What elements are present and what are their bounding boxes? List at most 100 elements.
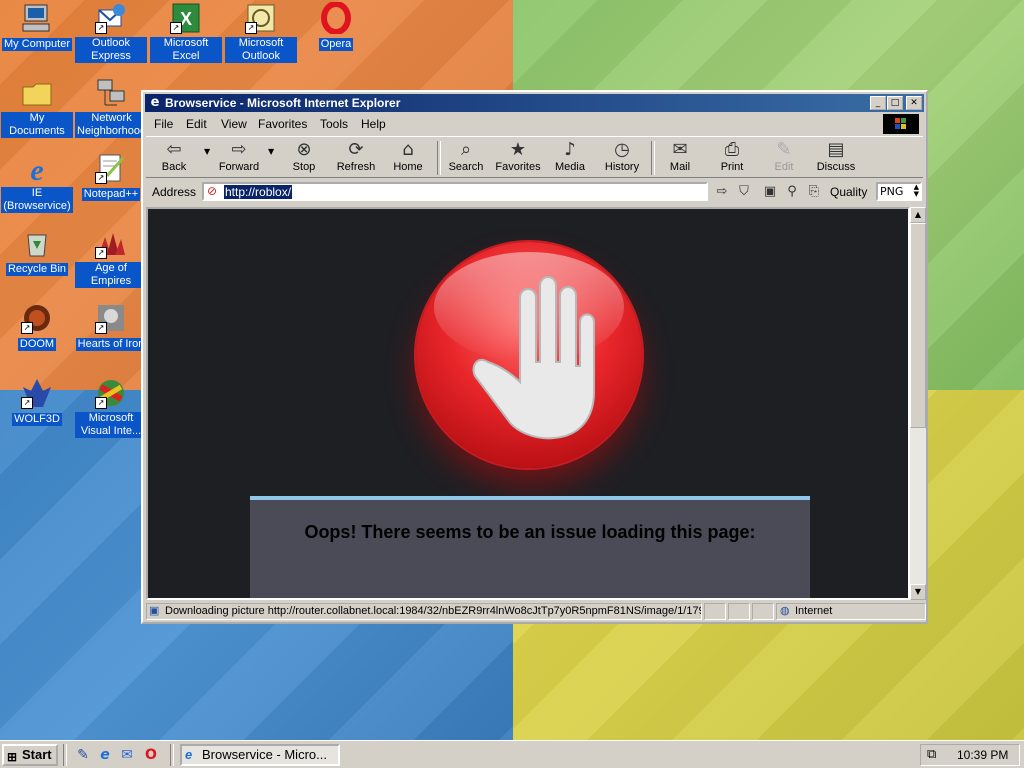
desktop-icon-label: Age of Empires (75, 262, 147, 288)
home-icon: ⌂ (402, 139, 414, 160)
menu-help[interactable]: Help (361, 117, 386, 131)
title-bar[interactable]: e Browservice - Microsoft Internet Explo… (145, 94, 924, 112)
favorites-button[interactable]: ★ Favorites (490, 139, 546, 173)
scroll-thumb[interactable] (910, 223, 926, 428)
hearts-of-iron-icon: ↗ (95, 302, 127, 334)
recycle-bin-icon (21, 227, 53, 259)
shortcut-arrow-icon: ↗ (21, 322, 33, 334)
page-content[interactable]: Oops! There seems to be an issue loading… (146, 207, 910, 600)
spinner-icon[interactable]: ▲ ▼ (914, 184, 919, 198)
quality-select[interactable]: PNG ▲ ▼ (876, 182, 922, 201)
page-icon: ⊘ (207, 184, 218, 198)
address-url[interactable]: http://roblox/ (224, 185, 293, 199)
desktop-icon-label: Outlook Express (75, 37, 147, 63)
home-button[interactable]: ⌂ Home (380, 139, 436, 173)
svg-text:e: e (30, 154, 43, 184)
desktop-icon-my-computer[interactable]: My Computer (1, 2, 73, 51)
clipboard-icon[interactable]: ⎘ (806, 184, 822, 200)
visual-interdev-icon: ↗ (95, 377, 127, 409)
outlook-icon: ↗ (245, 2, 277, 34)
outlook-quicklaunch-icon[interactable]: ✉ (118, 746, 136, 764)
desktop-icon-recycle-bin[interactable]: Recycle Bin (1, 227, 73, 276)
start-button[interactable]: ⊞ Start (2, 744, 58, 766)
discuss-label: Discuss (816, 161, 856, 173)
status-panel (752, 603, 774, 620)
media-button[interactable]: ♪ Media (542, 139, 598, 173)
desktop-icon-visual-interdev[interactable]: ↗ Microsoft Visual Inte... (75, 377, 147, 438)
refresh-icon: ⟳ (348, 139, 364, 160)
desktop-icon-opera[interactable]: Opera (300, 1, 372, 51)
go-arrow-icon[interactable]: ⇨ (714, 184, 730, 200)
task-label: Browservice - Micro... (202, 747, 327, 762)
minimize-button[interactable]: _ (870, 96, 886, 110)
desktop-icon-wolf3d[interactable]: ↗ WOLF3D (1, 377, 73, 426)
discuss-icon: ▤ (827, 139, 845, 160)
opera-icon (320, 1, 352, 35)
desktop-icon-age-of-empires[interactable]: ↗ Age of Empires (75, 227, 147, 288)
menu-edit[interactable]: Edit (186, 117, 207, 131)
discuss-button[interactable]: ▤ Discuss (808, 139, 864, 173)
back-dropdown-icon[interactable]: ▼ (204, 147, 210, 156)
taskbar: ⊞ Start ✎ e ✉ O e Browservice - Micro...… (0, 740, 1024, 768)
menu-file[interactable]: File (154, 117, 173, 131)
shortcut-arrow-icon: ↗ (95, 22, 107, 34)
page-status-icon: ▣ (149, 605, 160, 617)
age-of-empires-icon: ↗ (95, 227, 127, 259)
search-label: Search (448, 161, 484, 173)
desktop-icon-ie-browservice[interactable]: e IE (Browservice) (1, 152, 73, 213)
mail-button[interactable]: ✉ Mail (652, 139, 708, 173)
opera-quicklaunch-icon[interactable]: O (142, 746, 160, 764)
show-desktop-icon[interactable]: ✎ (74, 746, 92, 764)
forward-button[interactable]: ⇨ Forward (211, 139, 267, 173)
scroll-up-icon[interactable]: ▲ (910, 207, 926, 223)
ie-quicklaunch-icon[interactable]: e (96, 746, 114, 764)
menu-favorites[interactable]: Favorites (258, 117, 307, 131)
desktop-icon-doom[interactable]: ↗ DOOM (1, 302, 73, 351)
shortcut-arrow-icon: ↗ (95, 397, 107, 409)
network-tray-icon[interactable]: ⧉ (927, 747, 936, 762)
menu-bar: File Edit View Favorites Tools Help (146, 114, 923, 134)
edit-label: Edit (774, 161, 794, 173)
page-menu-icon[interactable]: ▣ (762, 184, 778, 200)
desktop-icon-my-documents[interactable]: My Documents (1, 77, 73, 138)
forward-dropdown-icon[interactable]: ▼ (268, 147, 274, 156)
desktop-icon-label: Recycle Bin (5, 263, 69, 276)
search-button[interactable]: ⌕ Search (438, 139, 494, 173)
desktop-icon-hearts-of-iron[interactable]: ↗ Hearts of Iron (75, 302, 147, 351)
desktop-icon-outlook[interactable]: ↗ Microsoft Outlook (225, 2, 297, 63)
mail-icon: ✉ (672, 139, 688, 160)
desktop-icon-label: Microsoft Excel (150, 37, 222, 63)
desktop-icon-outlook-express[interactable]: ↗ Outlook Express (75, 2, 147, 63)
vertical-scrollbar[interactable]: ▲ ▼ (910, 207, 926, 600)
print-button[interactable]: ⎙ Print (704, 139, 760, 173)
favorites-label: Favorites (495, 161, 541, 173)
refresh-button[interactable]: ⟳ Refresh (328, 139, 384, 173)
desktop-icon-notepadpp[interactable]: ↗ Notepad++ (75, 152, 147, 201)
bookmark-icon[interactable]: ⛉ (736, 184, 752, 200)
folder-icon (21, 77, 53, 109)
desktop-icon-label: My Computer (1, 38, 73, 51)
maximize-button[interactable]: □ (887, 96, 903, 110)
menu-tools[interactable]: Tools (320, 117, 348, 131)
address-input[interactable]: ⊘ http://roblox/ (202, 182, 708, 201)
menu-view[interactable]: View (221, 117, 247, 131)
desktop-icon-excel[interactable]: X ↗ Microsoft Excel (150, 2, 222, 63)
desktop-icon-network[interactable]: Network Neighborhood (75, 77, 149, 138)
clock[interactable]: 10:39 PM (957, 748, 1008, 762)
desktop-icon-label: Opera (318, 38, 354, 51)
desktop-icon-label: Notepad++ (81, 188, 141, 201)
back-button[interactable]: ⇦ Back (146, 139, 202, 173)
refresh-label: Refresh (336, 161, 376, 173)
stop-button[interactable]: ⊗ Stop (276, 139, 332, 173)
close-button[interactable]: ✕ (906, 96, 922, 110)
taskbar-item-browservice[interactable]: e Browservice - Micro... (180, 744, 340, 766)
find-icon[interactable]: ⚲ (784, 184, 800, 200)
desktop-icon-label: DOOM (17, 338, 57, 351)
stop-icon: ⊗ (296, 139, 312, 160)
back-label: Back (161, 161, 187, 173)
scroll-down-icon[interactable]: ▼ (910, 584, 926, 600)
print-label: Print (720, 161, 744, 173)
history-button[interactable]: ◷ History (594, 139, 650, 173)
window-title: Browservice - Microsoft Internet Explore… (165, 96, 401, 110)
outlook-express-icon: ↗ (95, 2, 127, 34)
